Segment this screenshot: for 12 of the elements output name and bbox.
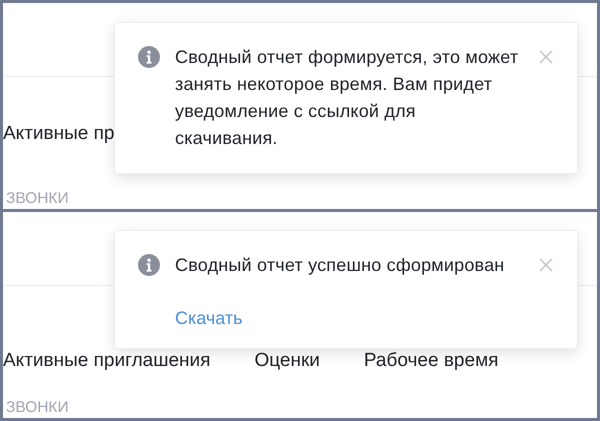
info-icon <box>138 46 160 68</box>
tab[interactable]: Активные приглашения <box>3 350 210 372</box>
section-label: ЗВОНКИ <box>6 399 69 417</box>
info-icon <box>138 254 160 276</box>
tab[interactable]: Рабочее время <box>364 350 498 372</box>
section-label: ЗВОНКИ <box>6 190 69 208</box>
close-icon[interactable] <box>539 50 553 64</box>
close-icon[interactable] <box>539 258 553 272</box>
toast-message: Сводный отчет формируется, это может занять некоторое время. Вам придет уведомление с ссылкой для скачивания. <box>175 46 520 150</box>
tab[interactable]: Активные пр <box>3 123 114 145</box>
tab[interactable]: Оценки <box>254 350 320 372</box>
toast-message: Сводный отчет успешно сформирован <box>175 254 506 277</box>
